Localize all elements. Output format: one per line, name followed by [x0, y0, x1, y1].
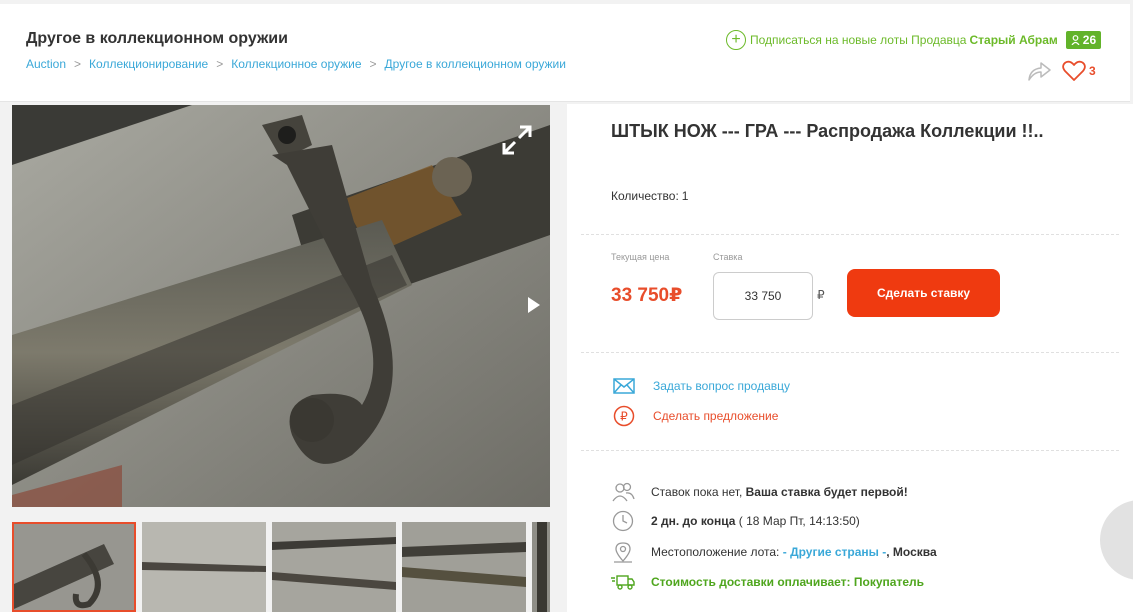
time-left-text: 2 дн. до конца	[651, 514, 736, 528]
thumbnail-3[interactable]	[272, 522, 396, 612]
svg-text:₽: ₽	[620, 410, 628, 424]
subscribe-text: Подписаться на новые лоты Продавца	[750, 33, 967, 47]
main-lot-photo[interactable]	[12, 105, 550, 507]
divider	[581, 234, 1119, 235]
thumbnail-1[interactable]	[12, 522, 136, 612]
make-offer-text: Сделать предложение	[653, 409, 779, 423]
favorites-count: 3	[1089, 64, 1096, 78]
location-pin-icon	[611, 541, 635, 563]
bayonet-photo	[12, 105, 550, 507]
seller-rating-value: 26	[1082, 33, 1097, 47]
users-icon	[611, 481, 635, 503]
thumbnail-4[interactable]	[402, 522, 526, 612]
bids-bold-text: Ваша ставка будет первой!	[745, 485, 908, 499]
subscribe-seller-link[interactable]: + Подписаться на новые лоты Продавца Ста…	[726, 30, 1102, 50]
make-offer-link[interactable]: ₽ Сделать предложение	[613, 405, 778, 427]
favorite-button[interactable]: 3	[1062, 60, 1096, 82]
breadcrumb-separator: >	[216, 57, 224, 71]
heart-icon	[1062, 60, 1086, 81]
divider	[581, 352, 1119, 353]
time-left: 2 дн. до конца ( 18 Мар Пт, 14:13:50)	[611, 510, 860, 532]
expand-icon[interactable]	[500, 123, 534, 157]
shipping-info: Стоимость доставки оплачивает: Покупател…	[611, 571, 924, 593]
bids-status: Ставок пока нет, Ваша ставка будет перво…	[611, 481, 908, 503]
share-icon[interactable]	[1026, 60, 1052, 82]
breadcrumb-other-weapons[interactable]: Другое в коллекционном оружии	[385, 57, 566, 71]
location-city: , Москва	[886, 545, 937, 559]
quantity-value: 1	[681, 189, 689, 203]
end-date: ( 18 Мар Пт, 14:13:50)	[738, 514, 860, 528]
breadcrumb-collectible-weapons[interactable]: Коллекционное оружие	[231, 57, 361, 71]
envelope-icon	[613, 375, 635, 397]
clock-icon	[611, 510, 635, 532]
lot-header: Другое в коллекционном оружии Auction > …	[0, 4, 1130, 102]
bids-text: Ставок пока нет,	[651, 485, 743, 499]
breadcrumb-collecting[interactable]: Коллекционирование	[89, 57, 208, 71]
seller-name[interactable]: Старый Абрам	[969, 33, 1057, 47]
currency-symbol: ₽	[817, 288, 825, 302]
ask-seller-link[interactable]: Задать вопрос продавцу	[613, 375, 790, 397]
breadcrumb-separator: >	[369, 57, 377, 71]
chevron-right-icon[interactable]	[526, 295, 542, 315]
quantity-label: Количество:	[611, 189, 679, 203]
thumbnail-strip	[12, 522, 550, 612]
breadcrumb-separator: >	[74, 57, 82, 71]
place-bid-button[interactable]: Сделать ставку	[847, 269, 1000, 317]
page-title: Другое в коллекционном оружии	[26, 30, 288, 47]
shipping-text: Стоимость доставки оплачивает: Покупател…	[651, 575, 924, 589]
thumbnail-5[interactable]	[532, 522, 550, 612]
lot-title: ШТЫК НОЖ --- ГРА --- Распродажа Коллекци…	[611, 121, 1044, 141]
divider	[581, 450, 1119, 451]
lot-location: Местоположение лота: - Другие страны -, …	[611, 541, 937, 563]
quantity: Количество: 1	[611, 189, 688, 203]
bid-label: Ставка	[713, 252, 743, 262]
breadcrumb-auction[interactable]: Auction	[26, 57, 66, 71]
breadcrumb: Auction > Коллекционирование > Коллекцио…	[26, 57, 566, 71]
thumbnail-2[interactable]	[142, 522, 266, 612]
location-label: Местоположение лота:	[651, 545, 780, 559]
location-country-link[interactable]: - Другие страны -	[783, 545, 887, 559]
seller-rating-badge[interactable]: 26	[1065, 31, 1102, 49]
ask-seller-text: Задать вопрос продавцу	[653, 379, 791, 393]
lot-info-panel: ШТЫК НОЖ --- ГРА --- Распродажа Коллекци…	[567, 104, 1133, 612]
user-icon	[1071, 35, 1080, 45]
plus-circle-icon: +	[726, 30, 746, 50]
current-price-label: Текущая цена	[611, 252, 670, 262]
current-price: 33 750₽	[611, 285, 683, 306]
ruble-circle-icon: ₽	[613, 405, 635, 427]
truck-icon	[611, 571, 635, 593]
bid-amount-input[interactable]	[713, 272, 813, 320]
